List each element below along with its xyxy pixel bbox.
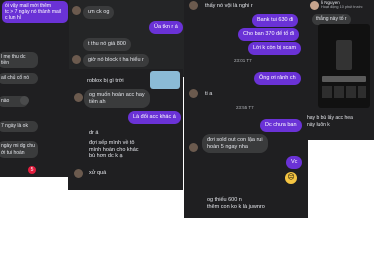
message-bubble: t thu nó giá 800 (83, 38, 131, 51)
message-bubble: thắng này tố r (312, 14, 351, 25)
chat-panel-3: roblox bị gì trời og muốn hoàn acc hay t… (68, 69, 183, 190)
message-bubble: Ông ơi rảnh ch (254, 72, 301, 85)
sticker-image (150, 71, 180, 89)
message-bubble: hay b bù lấy acc hea này luôn k (307, 115, 353, 128)
message-bubble: l mẹ thu dc tiền (0, 52, 38, 68)
message-bubble: ói vậy mail mới thêm tc > 7 ngày nó thàn… (2, 1, 68, 23)
message-bubble: 7 ngày là ok (0, 121, 38, 132)
chat-panel-1: ói vậy mail mới thêm tc > 7 ngày nó thàn… (0, 0, 70, 177)
emoji-sticker: ☹ (285, 172, 297, 184)
avatar (310, 1, 319, 10)
chat-panel-4: thấy nó vội là nghi r Bank tui 630 đi Ch… (184, 0, 308, 218)
chat-panel-5: li Nguyen Hoạt động 10 phút trước thắng … (306, 0, 374, 140)
message-bubble: ail chủ cổ nó (0, 73, 38, 84)
message-bubble: Cho ban 370 để tổ đi (238, 28, 300, 41)
message-bubble: đợi sếp mình về tô mình hoàn cho khác bù… (89, 140, 139, 160)
message-bubble: ngày mi dg chu ới tui hoàn (0, 141, 38, 159)
contact-status: Hoạt động 10 phút trước (321, 5, 363, 9)
avatar (72, 6, 81, 15)
message-bubble: og muốn hoàn acc hay tiền ah (84, 89, 150, 109)
message-bubble: Dc chưa ban (260, 119, 302, 132)
timestamp: 23:55 T7 (236, 105, 254, 110)
message-bubble: xử quá (89, 170, 107, 176)
timestamp: 23:01 T7 (234, 58, 252, 63)
message-bubble: Bank tui 630 đi (252, 14, 299, 27)
chat-panel-2: ưn ck og Ủa tkn r á t thu nó giá 800 giờ… (69, 0, 187, 77)
avatar (20, 96, 29, 105)
message-bubble: roblox bị gì trời (87, 78, 124, 84)
avatar (189, 1, 198, 10)
message-bubble: Lời k còn bị scam (248, 42, 302, 55)
avatar (74, 169, 83, 178)
avatar (72, 55, 81, 64)
message-bubble: Ủa tkn r á (149, 21, 183, 34)
message-bubble: ti a (205, 91, 213, 97)
message-bubble: Là đổi acc khác á (128, 111, 181, 124)
screenshot-image (318, 24, 370, 108)
avatar (74, 93, 83, 102)
message-bubble: og thiếu 600 n thêm con ko k là juwnro (207, 197, 265, 210)
unread-badge: 5 (28, 166, 36, 174)
message-bubble: Vc (286, 156, 303, 169)
message-bubble: ưn ck og (83, 6, 115, 19)
message-bubble: thấy nó vội là nghi r (205, 3, 253, 9)
message-bubble: giờ nó block t ha hiểu r (83, 54, 149, 67)
avatar (189, 89, 198, 98)
message-bubble: đơi sold out con lặa rui hoàn 5 ngay nha (202, 134, 268, 154)
avatar (189, 143, 198, 152)
